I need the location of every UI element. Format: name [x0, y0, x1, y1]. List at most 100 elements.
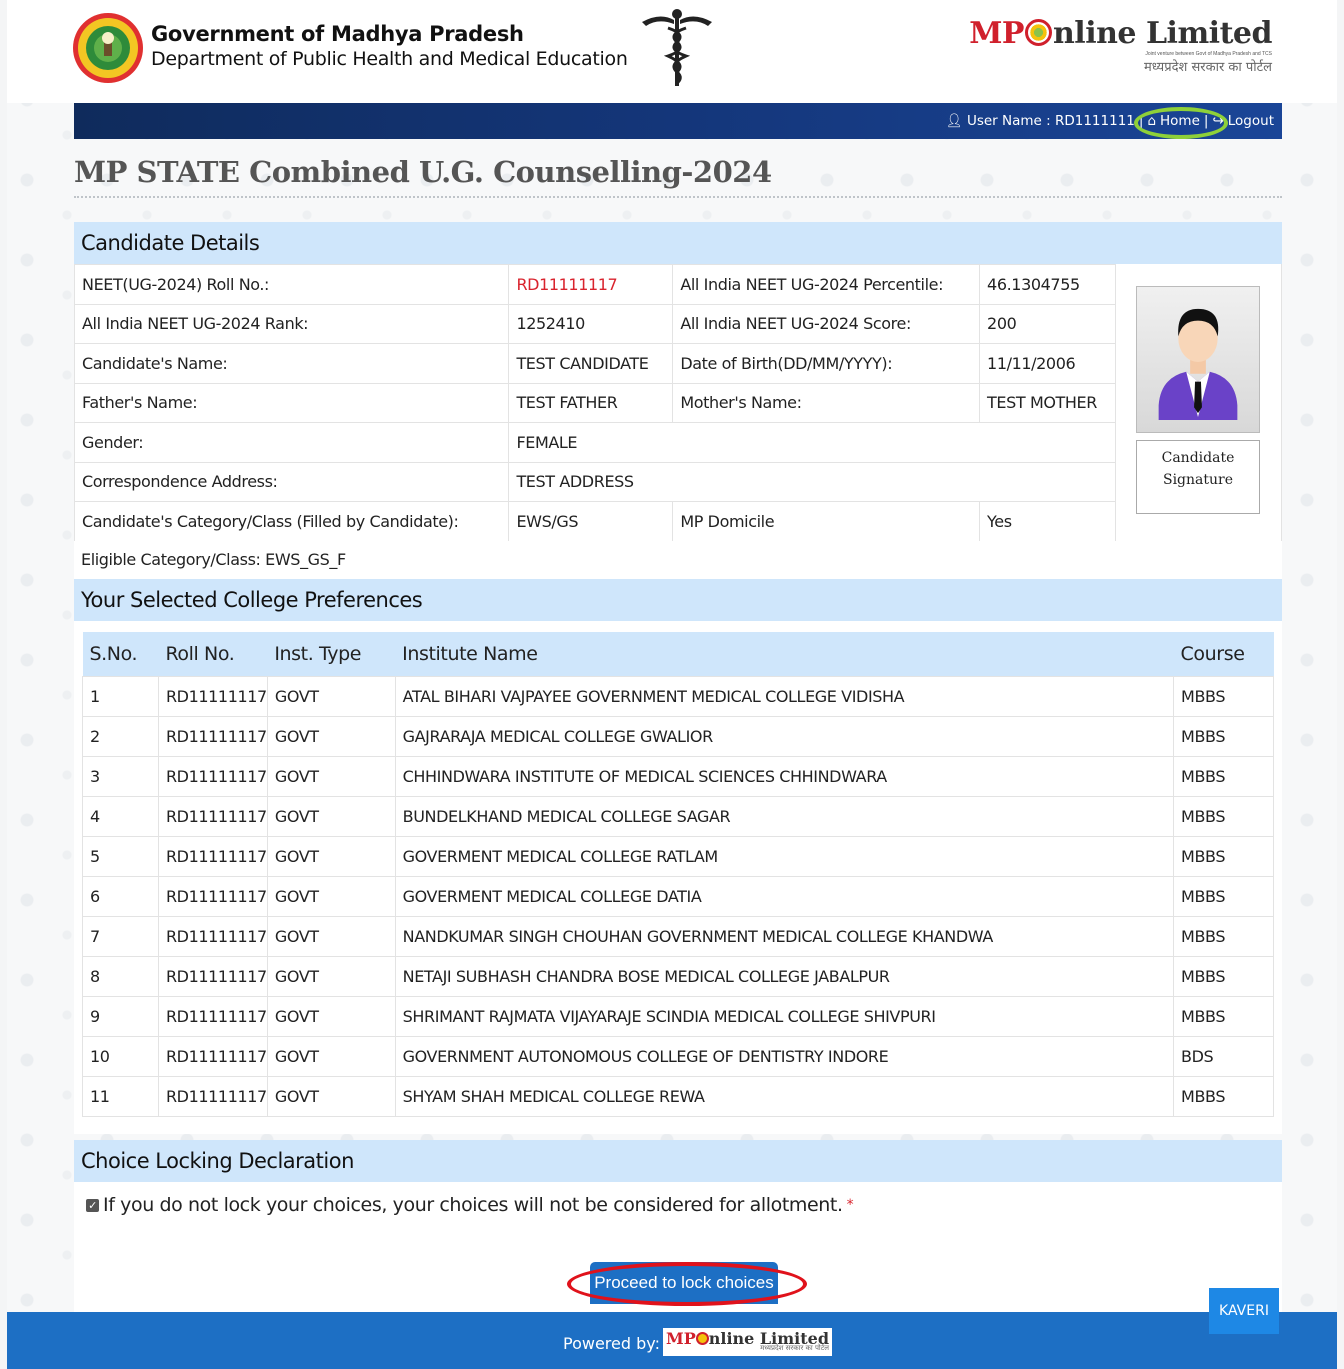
cell: 4: [82, 795, 159, 837]
footer-logo-mp: MP: [666, 1329, 696, 1348]
col-institute: Institute Name: [395, 632, 1174, 676]
caduceus-icon: [642, 9, 712, 86]
cell: SHYAM SHAH MEDICAL COLLEGE REWA: [394, 1075, 1175, 1117]
table-row: 11 RD11111117 GOVT SHYAM SHAH MEDICAL COLLE…: [82, 1075, 1274, 1117]
mother-label: Mother's Name:: [672, 382, 981, 423]
cell: RD11111117: [157, 1075, 268, 1117]
candidate-photo: [1136, 286, 1260, 433]
cell: RD11111117: [157, 1035, 268, 1077]
category-value: EWS/GS: [508, 501, 674, 542]
table-row: 10 RD11111117 GOVT GOVERNMENT AUTONOMOUS CO…: [82, 1035, 1274, 1077]
top-navigation-bar: 👤︎ User Name : RD1111111 | ⌂ Home | ↪ Lo…: [74, 103, 1282, 139]
page-title: MP STATE Combined U.G. Counselling-2024: [74, 155, 772, 189]
percentile-label: All India NEET UG-2024 Percentile:: [672, 264, 981, 305]
cell: RD11111117: [157, 995, 268, 1037]
candidate-details-panel: Candidate Details: [74, 222, 1282, 264]
cell: ATAL BIHARI VAJPAYEE GOVERNMENT MEDICAL …: [394, 675, 1175, 717]
rank-value: 1252410: [508, 303, 674, 344]
name-label: Candidate's Name:: [73, 343, 510, 384]
signature-line-2: Signature: [1162, 472, 1233, 488]
declaration-heading: Choice Locking Declaration: [74, 1140, 1282, 1182]
cell: CHHINDWARA INSTITUTE OF MEDICAL SCIENCES…: [394, 755, 1175, 797]
table-row: 3 RD11111117 GOVT CHHINDWARA INSTITUTE OF M…: [82, 755, 1274, 797]
table-row: 5 RD11111117 GOVT GOVERMENT MEDICAL COLLEGE…: [82, 835, 1274, 877]
cell: GOVT: [266, 875, 396, 917]
kaveri-widget-button[interactable]: KAVERI: [1209, 1288, 1279, 1334]
table-row: 2 RD11111117 GOVT GAJRARAJA MEDICAL COLLEGE…: [82, 715, 1274, 757]
score-value: 200: [979, 303, 1116, 344]
cell: RD11111117: [157, 795, 268, 837]
cell: RD11111117: [157, 835, 268, 877]
table-row: 4 RD11111117 GOVT BUNDELKHAND MEDICAL COLLE…: [82, 795, 1274, 837]
table-header-row: S.No. Roll No. Inst. Type Institute Name…: [82, 632, 1274, 676]
gender-label: Gender:: [73, 422, 510, 463]
cell: GOVT: [266, 835, 396, 877]
brand-rest: nline Limited: [1053, 16, 1273, 51]
cell: GOVT: [266, 1035, 396, 1077]
table-row: 9 RD11111117 GOVT SHRIMANT RAJMATA VIJAYARA…: [82, 995, 1274, 1037]
domicile-value: Yes: [979, 501, 1116, 542]
site-header: Government of Madhya Pradesh Department …: [7, 0, 1337, 103]
preferences-heading: Your Selected College Preferences: [74, 579, 1282, 621]
logout-link[interactable]: Logout: [1228, 113, 1274, 129]
cell: MBBS: [1173, 795, 1274, 837]
percentile-value: 46.1304755: [979, 264, 1116, 305]
cell: MBBS: [1173, 915, 1274, 957]
department-name: Department of Public Health and Medical …: [151, 48, 628, 70]
category-label: Candidate's Category/Class (Filled by Ca…: [73, 501, 510, 542]
cell: 11: [82, 1075, 159, 1117]
brand-o-icon: [1025, 19, 1052, 46]
site-footer: Powered by: MP nline Limited मध्यप्रदेश स…: [7, 1312, 1337, 1369]
cell: SHRIMANT RAJMATA VIJAYARAJE SCINDIA MEDI…: [394, 995, 1175, 1037]
cell: GOVT: [266, 915, 396, 957]
user-icon: 👤︎: [945, 113, 963, 129]
brand-sub-hindi: मध्यप्रदेश सरकार का पोर्टल: [1144, 60, 1272, 75]
cell: RD11111117: [157, 875, 268, 917]
roll-value: RD11111117: [508, 264, 674, 305]
candidate-signature: Candidate Signature: [1136, 440, 1260, 514]
cell: RD11111117: [157, 915, 268, 957]
candidate-details-heading: Candidate Details: [74, 222, 1282, 264]
required-mark: *: [846, 1197, 854, 1213]
col-course: Course: [1173, 632, 1274, 676]
father-value: TEST FATHER: [508, 382, 674, 423]
cell: 8: [82, 955, 159, 997]
address-label: Correspondence Address:: [73, 461, 510, 502]
cell: 7: [82, 915, 159, 957]
dob-label: Date of Birth(DD/MM/YYYY):: [672, 343, 981, 384]
signature-line-1: Candidate: [1161, 450, 1235, 466]
table-row: 1 RD11111117 GOVT ATAL BIHARI VAJPAYEE GOVE…: [82, 675, 1274, 717]
declaration-row: ✓ If you do not lock your choices, your …: [86, 1194, 854, 1216]
col-roll: Roll No.: [158, 632, 268, 676]
cell: BDS: [1173, 1035, 1274, 1077]
score-label: All India NEET UG-2024 Score:: [672, 303, 981, 344]
mother-value: TEST MOTHER: [979, 382, 1116, 423]
cell: 2: [82, 715, 159, 757]
address-value: TEST ADDRESS: [508, 461, 1116, 502]
domicile-label: MP Domicile: [672, 501, 981, 542]
cell: 1: [82, 675, 159, 717]
avatar-icon: [1158, 308, 1238, 421]
cell: GOVT: [266, 675, 396, 717]
user-name-label: User Name : RD1111111: [966, 113, 1135, 129]
cell: GOVT: [266, 955, 396, 997]
footer-logo-o-icon: [695, 1332, 709, 1345]
button-highlight-annotation: [567, 1262, 807, 1306]
table-row: 8 RD11111117 GOVT NETAJI SUBHASH CHANDRA BO…: [82, 955, 1274, 997]
gender-value: FEMALE: [508, 422, 1116, 463]
cell: BUNDELKHAND MEDICAL COLLEGE SAGAR: [394, 795, 1175, 837]
cell: GOVERMENT MEDICAL COLLEGE DATIA: [394, 875, 1175, 917]
col-sno: S.No.: [82, 632, 159, 676]
cell: MBBS: [1173, 995, 1274, 1037]
cell: MBBS: [1173, 755, 1274, 797]
footer-mponline-logo: MP nline Limited मध्यप्रदेश सरकार का पोर्…: [663, 1328, 833, 1356]
home-highlight-annotation: [1134, 107, 1228, 139]
table-row: 7 RD11111117 GOVT NANDKUMAR SINGH CHOUHAN G…: [82, 915, 1274, 957]
cell: MBBS: [1173, 715, 1274, 757]
candidate-details-table: NEET(UG-2024) Roll No.: RD11111117 All I…: [73, 264, 1116, 542]
cell: RD11111117: [157, 675, 268, 717]
declaration-checkbox[interactable]: ✓: [86, 1198, 99, 1212]
cell: NETAJI SUBHASH CHANDRA BOSE MEDICAL COLL…: [394, 955, 1175, 997]
cell: RD11111117: [157, 755, 268, 797]
table-row: 6 RD11111117 GOVT GOVERMENT MEDICAL COLLEGE…: [82, 875, 1274, 917]
